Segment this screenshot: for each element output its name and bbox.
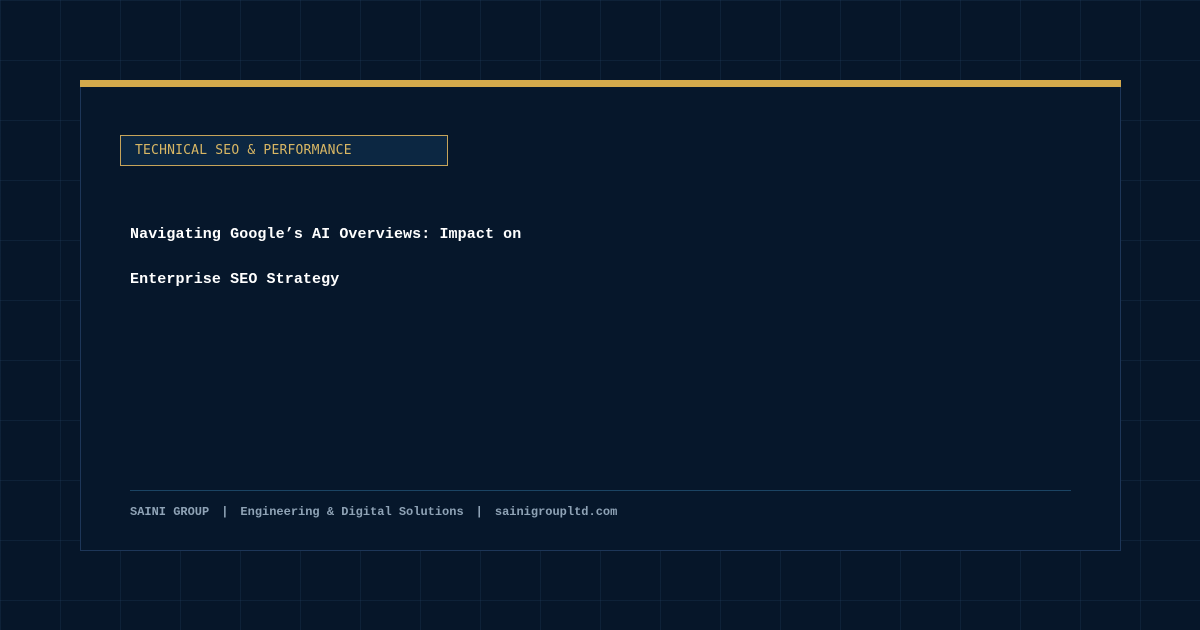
article-card: TECHNICAL SEO & PERFORMANCE Navigating G… (80, 80, 1121, 551)
website-link[interactable]: sainigroupltd.com (495, 505, 617, 519)
footer-divider (130, 490, 1071, 491)
brand-name: SAINI GROUP (130, 505, 210, 519)
tagline: Engineering & Digital Solutions (240, 505, 464, 519)
footer: SAINI GROUP | Engineering & Digital Soluti… (130, 504, 617, 520)
accent-bar (80, 80, 1121, 87)
category-tag: TECHNICAL SEO & PERFORMANCE (120, 135, 448, 166)
footer-separator: | (221, 505, 229, 519)
article-title: Navigating Google’s AI Overviews: Impact… (130, 226, 522, 288)
footer-separator: | (475, 505, 483, 519)
